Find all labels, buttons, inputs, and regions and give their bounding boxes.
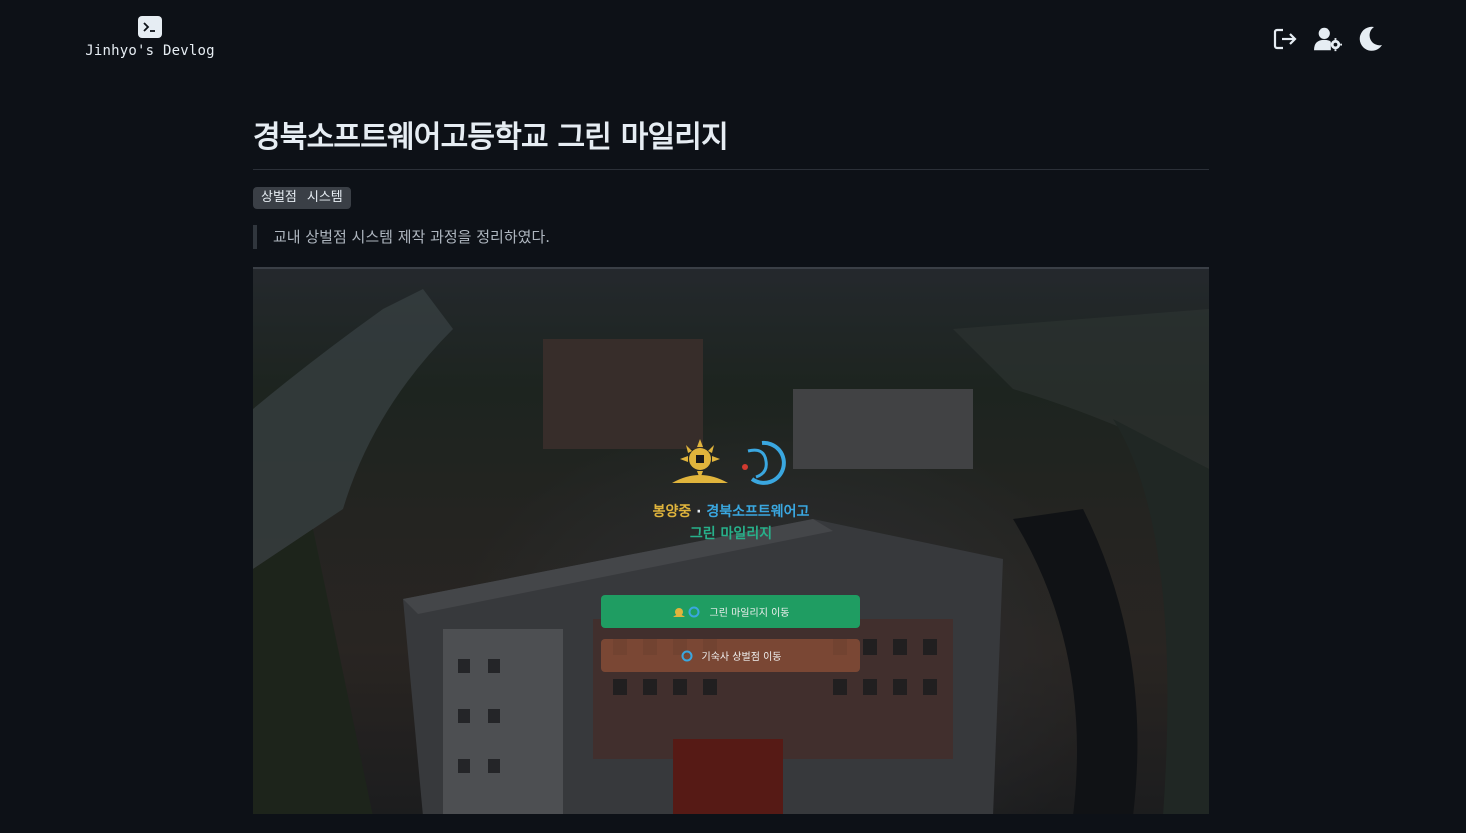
dorm-points-label: 기숙사 상벌점 이동	[701, 652, 782, 663]
moon-icon	[1359, 26, 1382, 51]
school-logos-small-icon	[672, 606, 700, 617]
tag-list: 상벌점 시스템	[253, 187, 351, 209]
terminal-icon	[138, 16, 162, 38]
logout-icon	[1273, 28, 1297, 50]
school-logos	[672, 439, 786, 485]
brand-name: Jinhyo's Devlog	[85, 43, 215, 59]
green-mileage-button[interactable]: 그린 마일리지 이동	[601, 595, 860, 628]
hero-image: 봉양중 · 경북소프트웨어고 그린 마일리지 그린 마일리지 이동 기숙사 상벌…	[253, 267, 1209, 814]
post-content: 경북소프트웨어고등학교 그린 마일리지 상벌점 시스템 교내 상벌점 시스템 제…	[253, 112, 1209, 814]
logout-button[interactable]	[1272, 24, 1300, 54]
sw-emblem-small-icon	[681, 650, 693, 661]
dorm-points-button[interactable]: 기숙사 상벌점 이동	[601, 639, 860, 672]
top-navigation: Jinhyo's Devlog	[0, 0, 1466, 80]
sun-emblem-icon	[672, 439, 728, 483]
user-settings-button[interactable]	[1314, 24, 1342, 54]
school-a-name: 봉양중	[652, 504, 692, 520]
post-summary: 교내 상벌점 시스템 제작 과정을 정리하였다.	[253, 225, 1209, 249]
post-title: 경북소프트웨어고등학교 그린 마일리지	[253, 120, 729, 155]
header-actions	[1272, 24, 1384, 54]
sw-emblem-icon	[742, 440, 786, 485]
promo-title: 그린 마일리지	[689, 526, 773, 542]
school-b-name: 경북소프트웨어고	[706, 504, 810, 520]
user-settings-icon	[1314, 27, 1342, 52]
tag-item[interactable]: 상벌점	[256, 187, 302, 209]
title-divider	[253, 169, 1209, 170]
brand-home-link[interactable]: Jinhyo's Devlog	[85, 16, 215, 59]
green-mileage-label: 그린 마일리지 이동	[709, 608, 790, 619]
promo-schools: 봉양중 · 경북소프트웨어고	[253, 501, 1209, 521]
separator: ·	[696, 504, 702, 520]
tag-item[interactable]: 시스템	[302, 187, 348, 209]
theme-toggle-button[interactable]	[1356, 24, 1384, 54]
